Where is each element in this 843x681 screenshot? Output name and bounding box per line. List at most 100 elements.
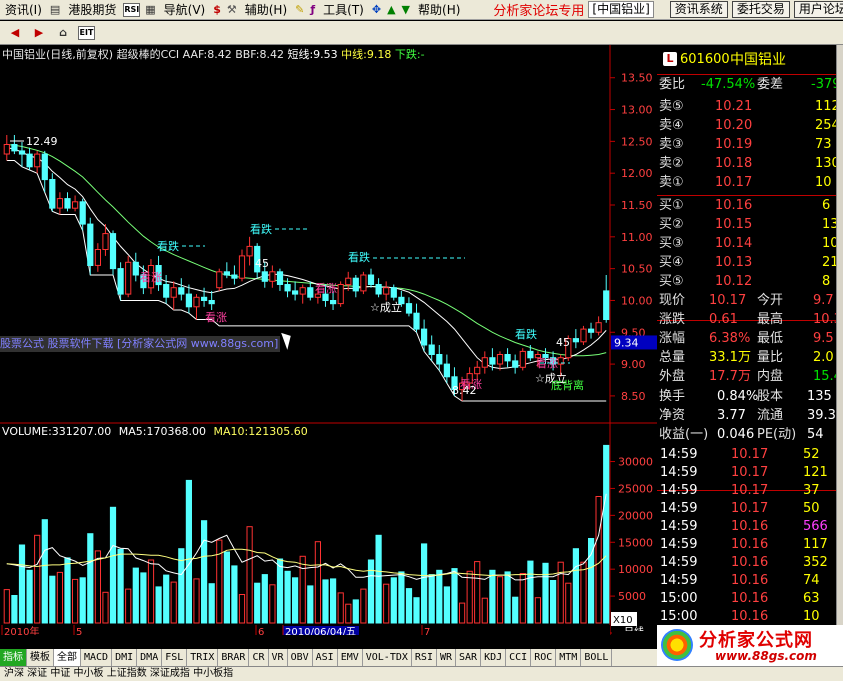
menu-navigate[interactable]: 导航(V) xyxy=(159,0,211,20)
tick-row[interactable]: 14:59 10.16 74 xyxy=(657,572,843,590)
price-axis-label: 11.50 xyxy=(621,199,653,212)
tick-price: 10.17 xyxy=(731,465,769,480)
tick-row[interactable]: 14:59 10.16 352 xyxy=(657,554,843,572)
kline-chart[interactable]: 13.50 13.00 12.50 12.00 11.50 11.00 10.50 10.00… xyxy=(0,45,657,635)
indicator-tab-fsl[interactable]: FSL xyxy=(162,649,188,666)
tick-time: 14:59 xyxy=(660,501,698,516)
candle xyxy=(519,350,526,368)
menu-assist[interactable]: 辅助(H) xyxy=(240,0,292,20)
tick-row[interactable]: 14:59 10.16 117 xyxy=(657,536,843,554)
indicator-tab-sar[interactable]: SAR xyxy=(456,649,482,666)
indicator-tab-cci[interactable]: CCI xyxy=(506,649,532,666)
volume-bar xyxy=(512,596,519,624)
indicator-tab-obv[interactable]: OBV xyxy=(288,649,313,666)
indicator-tab-cr[interactable]: CR xyxy=(249,649,269,666)
sell-price: 10.20 xyxy=(715,118,753,133)
tick-price: 10.17 xyxy=(731,501,769,516)
tick-row[interactable]: 14:59 10.17 50 xyxy=(657,500,843,518)
sell-row: 卖⑤ 10.21 112 xyxy=(657,97,843,116)
candle xyxy=(79,201,86,225)
sell-price: 10.21 xyxy=(715,99,753,114)
sell-level-label: 卖② xyxy=(659,156,684,171)
menu-hk-futures[interactable]: 港股期货 xyxy=(63,0,121,20)
menu-tools[interactable]: 工具(T) xyxy=(318,0,369,20)
price-axis-label: 10.00 xyxy=(621,294,653,307)
rsi-button[interactable]: RSI xyxy=(123,2,141,17)
fin-row: 收益(一) 0.046 PE(动) 54 xyxy=(657,425,843,444)
volume-bar xyxy=(208,583,215,624)
volume-bar xyxy=(64,557,71,624)
move-icon[interactable]: ✥ xyxy=(371,2,382,18)
down-value: 下跌:- xyxy=(394,48,425,61)
dollar-icon[interactable]: $ xyxy=(212,2,222,18)
menu-info[interactable]: 资讯(I) xyxy=(0,0,47,20)
indicator-tab-vol-tdx[interactable]: VOL-TDX xyxy=(363,649,412,666)
buy-volume: 6 xyxy=(822,198,831,213)
tick-row[interactable]: 14:59 10.17 52 xyxy=(657,446,843,464)
tick-volume: 52 xyxy=(803,447,820,462)
volume-bar xyxy=(565,582,572,624)
kanzhang-label-1: 看涨 xyxy=(140,270,162,284)
indicator-tab-vr[interactable]: VR xyxy=(269,649,288,666)
tick-row[interactable]: 14:59 10.16 566 xyxy=(657,518,843,536)
candle xyxy=(72,201,79,209)
indicator-tab-指标[interactable]: 指标 xyxy=(0,649,27,666)
tick-time: 15:00 xyxy=(660,609,698,624)
forward-icon[interactable]: ▶ xyxy=(30,25,48,41)
indicator-tab-dma[interactable]: DMA xyxy=(137,649,163,666)
arrow-down-icon[interactable]: ▼ xyxy=(401,2,411,18)
buy-price: 10.15 xyxy=(715,217,753,232)
price-axis-label: 13.00 xyxy=(621,104,653,117)
indicator-tab-macd[interactable]: MACD xyxy=(81,649,113,666)
candle xyxy=(178,287,185,295)
indicator-tab-roc[interactable]: ROC xyxy=(531,649,557,666)
price-axis-label: 8.50 xyxy=(621,390,646,403)
trade-button[interactable]: 委托交易 xyxy=(731,1,790,18)
date-label: 6 xyxy=(258,627,264,635)
menu-help[interactable]: 帮助(H) xyxy=(413,0,465,20)
price-axis-label: 9.00 xyxy=(621,358,646,371)
info-system-button[interactable]: 资讯系统 xyxy=(669,1,728,18)
tick-row[interactable]: 15:00 10.16 10 xyxy=(657,608,843,625)
indicator-tab-brar[interactable]: BRAR xyxy=(218,649,250,666)
forum-button[interactable]: 用户论坛 xyxy=(793,1,843,18)
tick-time: 14:59 xyxy=(660,537,698,552)
tick-row[interactable]: 14:59 10.17 37 xyxy=(657,482,843,500)
indicator-tab-全部[interactable]: 全部 xyxy=(54,649,81,666)
pen-icon[interactable]: ✎ xyxy=(294,2,305,18)
tick-row[interactable]: 15:00 10.16 63 xyxy=(657,590,843,608)
tool-icon[interactable]: ⚒ xyxy=(226,2,238,18)
eit-button[interactable]: EIT xyxy=(78,25,95,40)
indicator-tab-wr[interactable]: WR xyxy=(437,649,457,666)
stat-row: 现价 10.17 今开 9.7 xyxy=(657,291,843,310)
weibi-value: -47.54% xyxy=(701,77,756,92)
arrow-up-icon[interactable]: ▲ xyxy=(386,2,396,18)
indicator-tab-mtm[interactable]: MTM xyxy=(556,649,582,666)
tick-time: 14:59 xyxy=(660,555,698,570)
candle xyxy=(405,303,413,314)
volume-bar xyxy=(421,543,428,624)
home-icon[interactable]: ⌂ xyxy=(54,25,72,41)
tick-time: 14:59 xyxy=(660,573,698,588)
page-icon[interactable]: ▦ xyxy=(144,2,156,18)
indicator-tab-trix[interactable]: TRIX xyxy=(187,649,219,666)
indicator-tab-emv[interactable]: EMV xyxy=(338,649,363,666)
indicator-tab-模板[interactable]: 模板 xyxy=(27,649,54,666)
volume-bar xyxy=(3,589,10,624)
dixi-label: 底背离 xyxy=(551,378,584,392)
fx-icon[interactable]: ƒ xyxy=(309,2,316,18)
indicator-tab-asi[interactable]: ASI xyxy=(313,649,338,666)
indicator-tab-boll[interactable]: BOLL xyxy=(581,649,613,666)
buy-row: 买②10.15138 xyxy=(657,215,843,234)
save-icon[interactable]: ▤ xyxy=(49,2,61,18)
volume-axis-label: 25000 xyxy=(618,482,653,495)
indicator-tab-rsi[interactable]: RSI xyxy=(412,649,437,666)
indicator-tab-dmi[interactable]: DMI xyxy=(112,649,138,666)
panel-scrollbar[interactable] xyxy=(836,45,843,625)
back-icon[interactable]: ◀ xyxy=(6,25,24,41)
candle xyxy=(49,179,56,209)
tick-price: 10.17 xyxy=(731,483,769,498)
tick-row[interactable]: 14:59 10.17 121 xyxy=(657,464,843,482)
indicator-tab-kdj[interactable]: KDJ xyxy=(481,649,507,666)
volume-bar xyxy=(292,577,299,624)
